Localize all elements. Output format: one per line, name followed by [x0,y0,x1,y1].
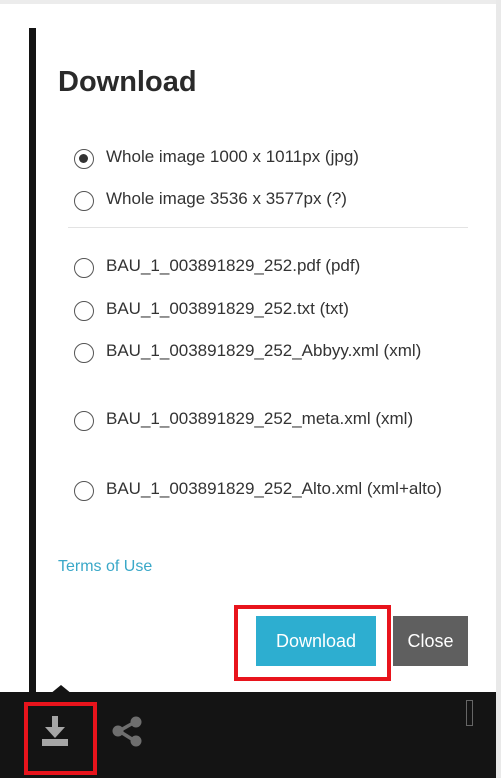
close-button[interactable]: Close [393,616,468,666]
dialog-left-border [29,28,36,692]
download-icon-highlight [24,702,97,775]
option-label: Whole image 3536 x 3577px (?) [106,189,347,208]
option-label: BAU_1_003891829_252.txt (txt) [106,299,349,318]
option-label: BAU_1_003891829_252_Alto.xml (xml+alto) [106,479,442,498]
radio-button[interactable] [74,481,94,501]
download-button-highlight [234,605,391,681]
download-dialog: Download Whole image 1000 x 1011px (jpg)… [36,28,496,692]
option-abbyy-xml[interactable]: BAU_1_003891829_252_Abbyy.xml (xml) [74,340,466,363]
option-alto-xml[interactable]: BAU_1_003891829_252_Alto.xml (xml+alto) [74,478,466,501]
option-txt[interactable]: BAU_1_003891829_252.txt (txt) [74,298,466,321]
options-divider [68,227,468,228]
share-icon[interactable] [110,714,144,753]
option-label: BAU_1_003891829_252_meta.xml (xml) [106,409,414,428]
radio-button[interactable] [74,258,94,278]
option-whole-image-small[interactable]: Whole image 1000 x 1011px (jpg) [74,146,466,169]
terms-of-use-link[interactable]: Terms of Use [58,558,152,576]
option-whole-image-large[interactable]: Whole image 3536 x 3577px (?) [74,188,466,211]
dialog-title: Download [58,66,197,98]
option-label: BAU_1_003891829_252.pdf (pdf) [106,256,361,275]
window-right-edge [496,0,501,778]
radio-button[interactable] [74,149,94,169]
radio-button[interactable] [74,301,94,321]
radio-button[interactable] [74,343,94,363]
scrollbar-handle[interactable] [466,700,473,726]
option-meta-xml[interactable]: BAU_1_003891829_252_meta.xml (xml) [74,408,466,431]
option-label: BAU_1_003891829_252_Abbyy.xml (xml) [106,341,422,360]
option-label: Whole image 1000 x 1011px (jpg) [106,147,359,166]
option-pdf[interactable]: BAU_1_003891829_252.pdf (pdf) [74,255,466,278]
radio-button[interactable] [74,191,94,211]
window-top-edge [0,0,501,4]
radio-button[interactable] [74,411,94,431]
